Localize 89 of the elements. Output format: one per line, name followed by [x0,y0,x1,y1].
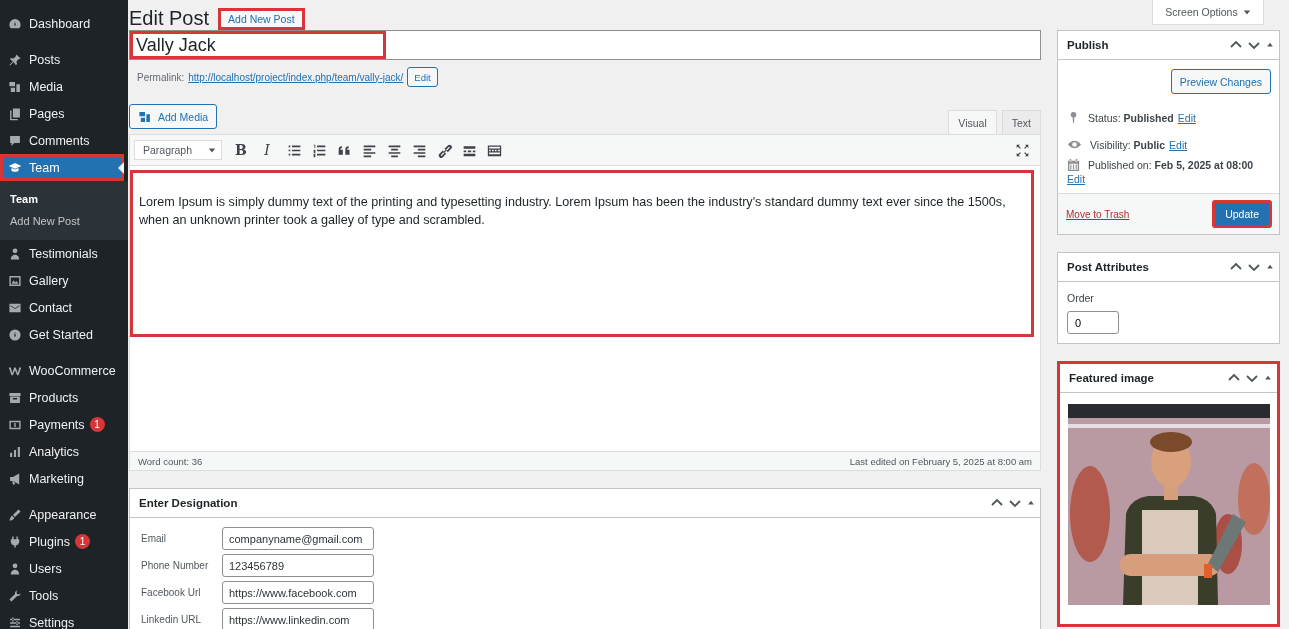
bold-button[interactable]: B [230,139,252,161]
link-icon[interactable] [437,142,452,158]
menu-item[interactable]: Testimonials [0,240,128,267]
add-new-post-button[interactable]: Add New Post [218,8,305,30]
bar-chart-icon [8,444,22,459]
panel-title: Post Attributes [1067,261,1149,273]
menu-item[interactable]: Pages [0,100,128,127]
menu-item[interactable]: Marketing [0,465,128,492]
order-label: Order [1067,292,1095,304]
word-count: Word count: 36 [138,455,203,467]
format-dropdown[interactable]: Paragraph [134,140,222,160]
post-body-text: Lorem Ipsum is simply dummy text of the printing and typesetting industry. Lorem Ipsum has been the industry's standard dummy text ever since the 1500s, when an unknown printer took a galley of type and scrambled. [139,194,1007,229]
menu-item[interactable]: Settings [0,609,128,629]
page-title: Edit Post [129,7,210,30]
preview-changes-button[interactable]: Preview Changes [1170,69,1271,94]
menu-item[interactable]: Dashboard [0,10,128,37]
menu-item[interactable]: Contact [0,294,128,321]
edit-link[interactable]: Edit [1177,111,1196,124]
menu-item[interactable]: Posts [0,46,128,73]
media-icon [8,79,22,94]
archive-box-icon [8,390,22,405]
input-field[interactable]: https://www.facebook.com [222,581,374,604]
megaphone-icon [8,471,22,486]
field-label: Phone Number [141,560,210,571]
menu-item[interactable]: Products [0,384,128,411]
person-icon [8,246,22,261]
menu-item[interactable]: Users [0,555,128,582]
menu-item[interactable]: Team [0,154,124,181]
last-edited-text: Last edited on February 5, 2025 at 8:00 am [849,455,1032,467]
media-icon [138,109,152,124]
input-field[interactable]: companyname@gmail.com [222,527,374,550]
panel-title: Publish [1067,39,1109,51]
menu-item[interactable]: WooCommerce [0,357,128,384]
publish-info-text: Published on: Feb 5, 2025 at 08:00 [1088,159,1254,171]
caret-icon [208,146,216,154]
menu-item[interactable]: Plugins 1 [0,528,128,555]
edit-link[interactable]: Edit [1169,138,1188,151]
title-field[interactable]: Vally Jack [129,30,1041,60]
brush-icon [8,507,22,522]
edit-link[interactable]: Edit [1067,172,1086,185]
field-label: Facebook Url [141,587,202,598]
notification-badge: 1 [89,417,105,432]
person-icon [8,561,22,576]
eye-icon [1067,138,1082,151]
calendar-icon [1067,158,1080,172]
menu-item[interactable]: Analytics [0,438,128,465]
wrench-icon [8,588,22,603]
panel-title: Enter Designation [139,497,238,509]
input-field[interactable]: 123456789 [222,554,374,577]
notification-badge: 1 [75,534,90,549]
editor-tab[interactable]: Visual [948,110,997,134]
permalink-link[interactable]: http://localhost/project/index.php/team/vally-jack/ [188,71,404,83]
menu-item[interactable]: Tools [0,582,128,609]
plug-icon [8,534,22,549]
menu-item[interactable]: Media [0,73,128,100]
menu-item[interactable]: Payments 1 [0,411,128,438]
editor-tab[interactable]: Text [1001,110,1041,134]
panel-title: Featured image [1069,372,1154,384]
permalink-label: Permalink: [137,71,185,83]
content-area[interactable] [130,170,1034,337]
update-button[interactable]: Update [1212,200,1272,228]
field-label: Linkedin URL [141,614,203,625]
move-to-trash-link[interactable]: Move to Trash [1066,208,1130,220]
add-media-button[interactable]: Add Media [129,104,218,129]
italic-button[interactable]: I [256,139,278,161]
numbered-list-icon[interactable] [312,142,327,158]
caret-icon [1242,8,1251,16]
graduation-cap-icon [8,160,22,175]
menu-item[interactable]: Gallery [0,267,128,294]
gauge-icon [8,16,22,31]
settings-icon [8,615,22,629]
menu-item[interactable]: Get Started [0,321,128,348]
fullscreen-icon[interactable] [1015,142,1030,158]
field-label: Email [141,533,167,544]
order-field[interactable]: 0 [1067,311,1119,334]
submenu-item[interactable]: Team [0,188,128,210]
submenu-item[interactable]: Add New Post [0,210,128,232]
gallery-icon [8,273,22,288]
pages-icon [8,106,22,121]
menu-item[interactable]: Appearance [0,501,128,528]
menu-item[interactable]: Comments [0,127,128,154]
edit-button[interactable]: Edit [407,67,438,87]
speech-bubble-icon [8,133,22,148]
publish-info-text: Visibility: Public [1090,138,1166,151]
publish-info-text: Status: Published [1088,111,1174,124]
gauge-icon [8,327,22,342]
input-field[interactable]: https://www.linkedin.com [222,608,374,629]
screen-options-button[interactable]: Screen Options [1152,0,1264,25]
pushpin-icon [8,52,22,67]
